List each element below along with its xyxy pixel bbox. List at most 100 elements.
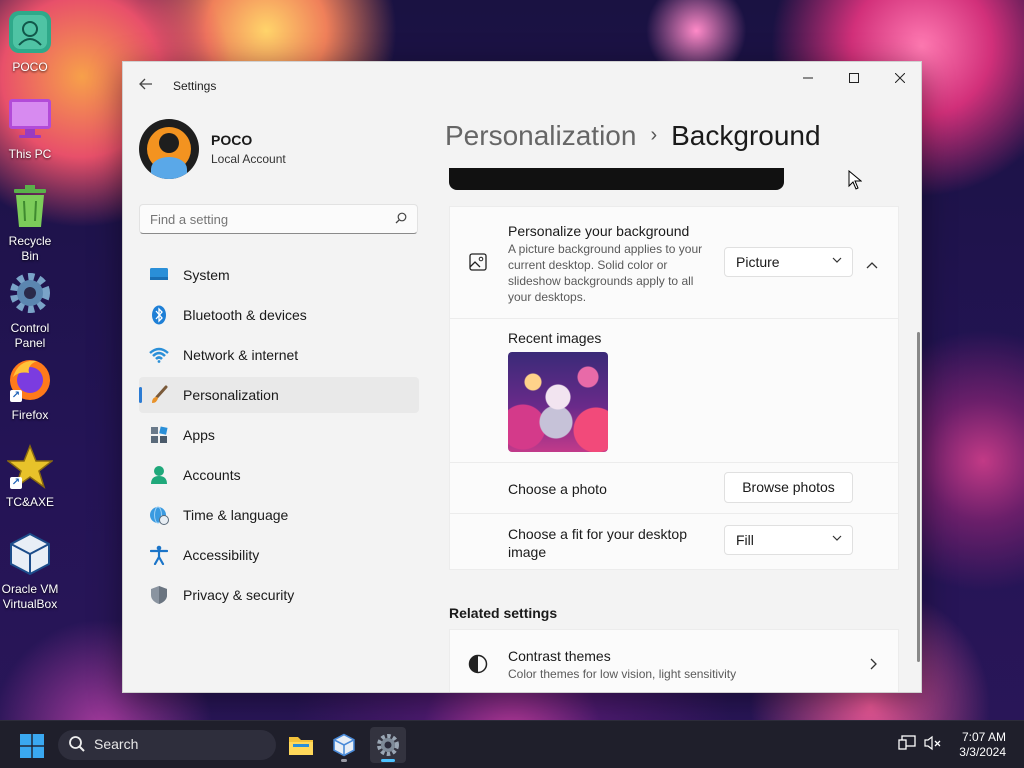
desktop-icon-poco[interactable]: POCO [0,8,60,75]
control-panel-icon [6,269,54,317]
back-arrow-icon [139,78,152,90]
nav-item-bluetooth[interactable]: Bluetooth & devices [139,297,419,333]
taskbar-virtualbox[interactable] [326,727,362,763]
virtualbox-icon [333,733,355,757]
mouse-cursor-icon [848,169,863,190]
desktop-icon-this-pc[interactable]: This PC [0,95,60,162]
breadcrumb-separator: › [650,124,658,146]
settings-nav: System Bluetooth & devices Network & int… [139,257,419,617]
chevron-right-icon [870,657,877,675]
desktop-icon-firefox[interactable]: ↗ Firefox [0,356,60,423]
globe-clock-icon [149,505,169,525]
desktop-icon-label: This PC [8,147,52,161]
shortcut-arrow-icon: ↗ [10,477,22,489]
network-status-icon[interactable] [898,735,916,754]
desktop-icon-label: Oracle VM VirtualBox [1,582,59,611]
start-button[interactable] [20,734,44,758]
back-button[interactable] [135,76,157,96]
breadcrumb-parent[interactable]: Personalization [445,120,636,151]
background-type-dropdown[interactable]: Picture [724,247,853,277]
minimize-icon [803,77,813,79]
background-type-value: Picture [736,254,780,270]
picture-icon [469,253,487,276]
desktop-icon-virtualbox[interactable]: Oracle VM VirtualBox [0,530,60,612]
nav-item-apps[interactable]: Apps [139,417,419,453]
person-icon [149,465,169,485]
nav-item-accessibility[interactable]: Accessibility [139,537,419,573]
desktop-icon-control-panel[interactable]: Control Panel [0,269,60,351]
fit-dropdown[interactable]: Fill [724,525,853,555]
fit-label: Choose a fit for your desktop image [508,526,687,560]
divider [450,513,899,514]
contrast-themes-card[interactable]: Contrast themes Color themes for low vis… [449,629,899,692]
star-icon: ↗ [6,443,54,491]
clock-time: 7:07 AM [961,730,1006,744]
running-indicator [341,759,347,762]
nav-label: Time & language [183,507,289,523]
background-settings-card: Personalize your background A picture ba… [449,206,899,570]
app-title: Settings [173,79,217,93]
browse-photos-button[interactable]: Browse photos [724,472,853,503]
maximize-icon [849,73,859,83]
nav-label: Network & internet [183,347,299,363]
background-title: Personalize your background [508,223,690,239]
vertical-scrollbar[interactable] [917,332,920,662]
nav-label: Privacy & security [183,587,295,603]
search-icon [68,735,86,757]
nav-item-network[interactable]: Network & internet [139,337,419,373]
search-input[interactable] [150,212,380,227]
nav-item-time-language[interactable]: Time & language [139,497,419,533]
taskbar-file-explorer[interactable] [283,727,319,763]
nav-item-system[interactable]: System [139,257,419,293]
brush-icon [149,385,169,405]
divider [450,318,899,319]
close-button[interactable] [877,62,921,94]
taskbar-search[interactable]: Search [58,730,276,760]
avatar [139,119,199,179]
related-settings-title: Related settings [449,605,558,621]
collapse-chevron-up-button[interactable] [866,256,878,274]
profile-card[interactable]: POCO Local Account [139,119,286,179]
maximize-button[interactable] [831,62,877,94]
chevron-up-icon [866,262,878,269]
nav-label: System [183,267,230,283]
nav-item-personalization[interactable]: Personalization [139,377,419,413]
close-icon [895,73,905,83]
breadcrumb: Personalization › Background [445,120,821,152]
page-title: Background [671,120,821,151]
nav-item-accounts[interactable]: Accounts [139,457,419,493]
nav-label: Personalization [183,387,279,403]
desktop-icon-tc-axe[interactable]: ↗ TC&AXE [0,443,60,510]
desktop-icon-label: Control Panel [10,321,50,350]
apps-icon [149,425,169,445]
minimize-button[interactable] [785,62,831,94]
find-setting-search[interactable] [139,204,418,234]
accessibility-icon [149,545,169,565]
desktop-icon-label: Firefox [11,408,49,422]
volume-muted-icon[interactable] [924,735,942,754]
monitor-icon [6,95,54,143]
desktop-preview [449,168,784,190]
recent-image-thumbnail[interactable] [508,352,608,452]
nav-label: Bluetooth & devices [183,307,307,323]
recycle-bin-icon [6,182,54,230]
nav-label: Apps [183,427,215,443]
nav-label: Accounts [183,467,241,483]
system-clock[interactable]: 7:07 AM 3/3/2024 [959,730,1006,760]
desktop-icon-recycle-bin[interactable]: Recycle Bin [0,182,60,264]
divider [450,462,899,463]
background-description: A picture background applies to your cur… [508,242,703,304]
contrast-icon [468,654,488,679]
clock-date: 3/3/2024 [959,745,1006,759]
contrast-themes-title: Contrast themes [508,648,611,664]
fit-value: Fill [736,532,754,548]
recent-images-label: Recent images [508,330,602,346]
gear-icon [377,734,399,756]
monitor-icon [149,265,169,285]
taskbar-settings[interactable] [370,727,406,763]
desktop-icon-label: TC&AXE [5,495,54,509]
search-icon [395,212,407,227]
nav-item-privacy-security[interactable]: Privacy & security [139,577,419,613]
choose-photo-label: Choose a photo [508,481,607,497]
bluetooth-icon [149,305,169,325]
